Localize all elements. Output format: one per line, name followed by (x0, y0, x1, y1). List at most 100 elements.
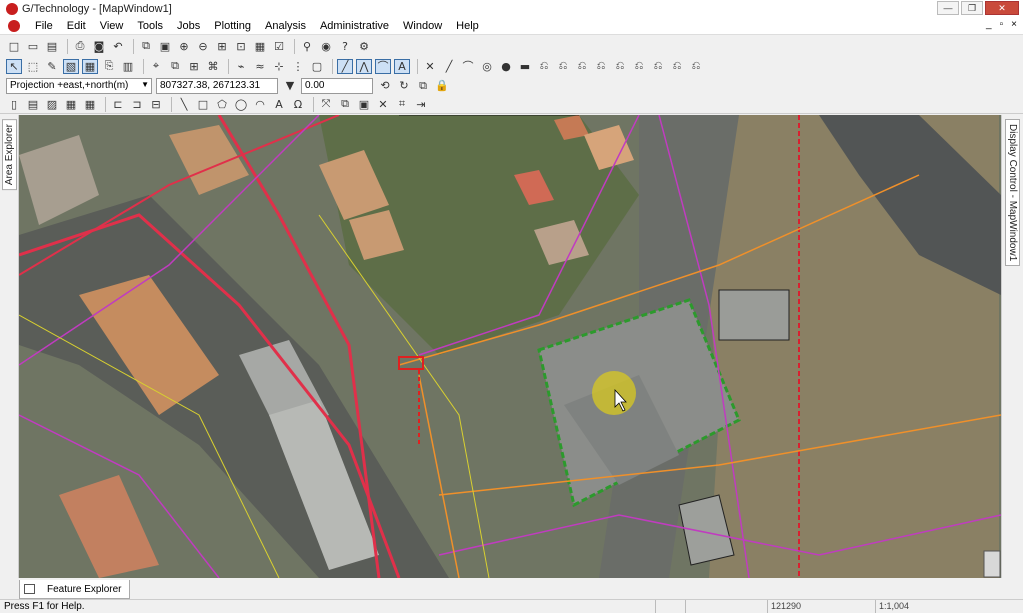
grid-icon[interactable]: ⋮ (290, 59, 306, 74)
minimize-button[interactable]: — (937, 1, 959, 15)
paste-icon[interactable]: ▣ (157, 39, 173, 54)
symbol-icon[interactable]: ⎌ (536, 59, 552, 74)
grid-icon[interactable]: ▦ (82, 58, 98, 74)
menu-tools[interactable]: Tools (130, 20, 170, 32)
symbol-icon[interactable]: ⎌ (612, 59, 628, 74)
text-icon[interactable]: A (394, 58, 410, 74)
projection-select[interactable]: Projection +east,+north(m) ▼ (6, 77, 152, 94)
symbol-icon[interactable]: ⎌ (650, 59, 666, 74)
display-control-tab[interactable]: Display Control - MapWindow1 (1005, 119, 1020, 267)
copy-icon[interactable]: ⧉ (167, 59, 183, 74)
tool-icon[interactable]: ⚙ (356, 39, 372, 54)
arc-draw-icon[interactable]: ◠ (252, 97, 268, 112)
menu-plotting[interactable]: Plotting (207, 20, 258, 32)
symbol-icon[interactable]: ⎌ (574, 59, 590, 74)
copy-draw-icon[interactable]: ⧉ (337, 97, 353, 112)
ellipse-icon[interactable]: ◯ (233, 97, 249, 112)
area-explorer-tab[interactable]: Area Explorer (2, 119, 17, 191)
menu-edit[interactable]: Edit (60, 20, 93, 32)
symbol-icon[interactable]: ⎌ (669, 59, 685, 74)
dot-icon[interactable]: ◎ (479, 59, 495, 74)
text-a-icon[interactable]: A (271, 97, 287, 112)
break-icon[interactable]: ⤧ (318, 97, 334, 112)
aerial-map[interactable] (19, 115, 1001, 578)
dim-icon[interactable]: ⊟ (148, 97, 164, 112)
search-icon[interactable]: ⚲ (299, 39, 315, 54)
symbol-icon[interactable]: ⊞ (186, 59, 202, 74)
help-icon[interactable]: ? (337, 39, 353, 54)
table-icon[interactable]: ▦ (63, 97, 79, 112)
cross-icon[interactable]: ✕ (375, 97, 391, 112)
zoom-in-icon[interactable]: ⊕ (176, 39, 192, 54)
db-icon[interactable]: ▥ (120, 59, 136, 74)
symbol-icon[interactable]: ⎌ (631, 59, 647, 74)
redo-icon[interactable]: ↻ (396, 78, 412, 93)
window-icon[interactable]: ▢ (309, 59, 325, 74)
dim-icon[interactable]: ⌗ (394, 97, 410, 112)
save-icon[interactable]: ▤ (25, 97, 41, 112)
fit-icon[interactable]: ⊡ (233, 39, 249, 54)
arc-draw-icon[interactable]: ⌒ (460, 59, 476, 74)
mdi-minimize-button[interactable]: _ (986, 19, 992, 30)
position-input[interactable]: 807327.38, 267123.31 (156, 77, 278, 94)
poly-icon[interactable]: ⬠ (214, 97, 230, 112)
document-icon[interactable] (8, 19, 20, 32)
delete-icon[interactable]: ▨ (44, 97, 60, 112)
maximize-button[interactable]: ❐ (961, 1, 983, 15)
align-icon[interactable]: ⊐ (129, 97, 145, 112)
cross-icon[interactable]: ✕ (422, 59, 438, 74)
menu-administrative[interactable]: Administrative (313, 20, 396, 32)
copy-icon[interactable]: ⧉ (138, 39, 154, 54)
select-fence-icon[interactable]: ⬚ (25, 59, 41, 74)
menu-file[interactable]: File (28, 20, 60, 32)
line-draw-icon[interactable]: ╲ (176, 97, 192, 112)
table-icon[interactable]: ▦ (82, 97, 98, 112)
arc-icon[interactable]: ⌒ (375, 58, 391, 74)
edit-icon[interactable]: ✎ (44, 59, 60, 74)
line-draw-icon[interactable]: ╱ (337, 58, 353, 74)
menu-view[interactable]: View (93, 20, 131, 32)
save-icon[interactable]: ▤ (44, 39, 60, 54)
filter-icon[interactable]: ▼ (282, 78, 298, 93)
zoom-window-icon[interactable]: ⊞ (214, 39, 230, 54)
select-arrow-icon[interactable]: ↖ (6, 58, 22, 74)
mdi-close-button[interactable]: × (1011, 19, 1017, 30)
feature-explorer-tab[interactable]: Feature Explorer (19, 580, 131, 599)
page-icon[interactable]: ▯ (6, 97, 22, 112)
zoom-out-icon[interactable]: ⊖ (195, 39, 211, 54)
attach-icon[interactable]: ⌘ (205, 59, 221, 74)
window-icon[interactable]: ⧉ (415, 78, 431, 93)
snap-icon[interactable]: ⌖ (148, 59, 164, 74)
bars-icon[interactable]: ≈ (252, 59, 268, 74)
locate-icon[interactable]: ⊹ (271, 59, 287, 74)
attach-icon[interactable]: ⎘ (101, 59, 117, 74)
menu-help[interactable]: Help (449, 20, 486, 32)
symbol-icon[interactable]: ⎌ (688, 59, 704, 74)
locate-icon[interactable]: ◉ (318, 39, 334, 54)
map-canvas[interactable] (19, 115, 1001, 578)
angle-icon[interactable]: ⋀ (356, 58, 372, 74)
layer-icon[interactable]: ▧ (63, 58, 79, 74)
fill-dot-icon[interactable]: ● (498, 59, 514, 74)
line-icon[interactable]: ╱ (441, 59, 457, 74)
rect-icon[interactable]: □ (195, 97, 211, 112)
new-icon[interactable]: □ (6, 39, 22, 54)
camera-icon[interactable]: ◙ (91, 39, 107, 54)
open-icon[interactable]: ▭ (25, 39, 41, 54)
align-icon[interactable]: ⊏ (110, 97, 126, 112)
undo-icon[interactable]: ↶ (110, 39, 126, 54)
mdi-restore-button[interactable]: ▫ (1000, 19, 1004, 30)
symbol-icon[interactable]: ⎌ (593, 59, 609, 74)
menu-analysis[interactable]: Analysis (258, 20, 313, 32)
angle-input[interactable]: 0.00 (301, 77, 373, 94)
select-icon[interactable]: ☑ (271, 39, 287, 54)
close-button[interactable]: ✕ (985, 1, 1019, 15)
symbol-icon[interactable]: ⎌ (555, 59, 571, 74)
line-icon[interactable]: ⌁ (233, 59, 249, 74)
rotate-icon[interactable]: ⟲ (377, 78, 393, 93)
print-icon[interactable]: ⎙ (72, 39, 88, 54)
menu-window[interactable]: Window (396, 20, 449, 32)
menu-jobs[interactable]: Jobs (170, 20, 207, 32)
bars-icon[interactable]: ▬ (517, 59, 533, 74)
omega-icon[interactable]: Ω (290, 97, 306, 112)
